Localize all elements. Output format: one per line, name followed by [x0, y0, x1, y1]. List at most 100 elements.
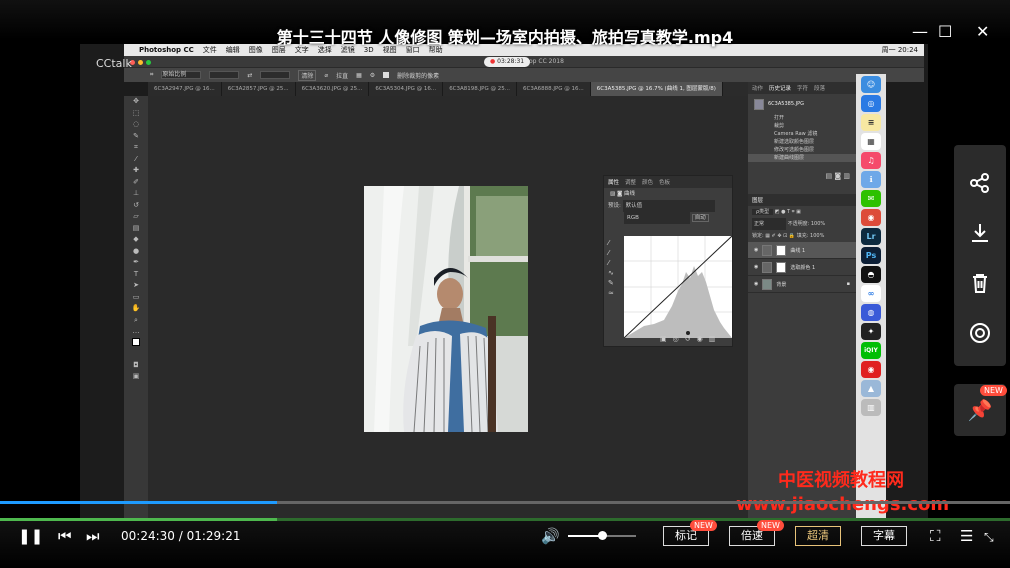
width-field[interactable] [209, 71, 240, 79]
screen-mode-icon[interactable]: ▣ [124, 371, 148, 383]
pencil-icon[interactable]: ✎ [608, 278, 620, 288]
blend-select[interactable]: 正常 [752, 218, 786, 230]
history-snapshot[interactable]: 6C3A5385.JPG [748, 94, 856, 114]
tab-actions[interactable]: 动作 [752, 84, 763, 92]
fill-value[interactable]: 100% [810, 233, 824, 239]
doc-tab[interactable]: 6C3A5304.JPG @ 16... [369, 82, 444, 96]
volume-slider[interactable] [568, 531, 636, 540]
straighten-icon[interactable]: ⌀ [324, 72, 328, 79]
playlist-icon[interactable]: ☰ [960, 527, 973, 545]
preset-select[interactable]: 原始比例 [161, 71, 202, 79]
layer-filter-select[interactable]: ρ类型 [752, 209, 774, 215]
type-tool-icon[interactable]: T [124, 269, 148, 281]
tab-swatches[interactable]: 色板 [659, 178, 670, 186]
final-cut-icon[interactable]: ✦ [861, 323, 881, 340]
baidu-cloud-icon[interactable]: ∞ [861, 285, 881, 302]
marquee-tool-icon[interactable]: ⬚ [124, 108, 148, 120]
tab-layers[interactable]: 图层 [752, 196, 763, 204]
video-frame[interactable]: Photoshop CC 文件 编辑 图像 图层 文字 选择 滤镜 3D 视图 … [80, 44, 928, 518]
history-item[interactable]: 打开 [748, 114, 856, 122]
eyedropper-tool-icon[interactable]: ⁄ [124, 154, 148, 166]
minimize-icon[interactable]: — [912, 22, 928, 41]
notes-icon[interactable]: ≡ [861, 114, 881, 131]
subtitle-button[interactable]: 字幕 [861, 526, 907, 546]
crop-icon[interactable]: ⌗ [150, 71, 153, 79]
eye-icon[interactable]: ◉ [754, 264, 758, 270]
pause-icon[interactable]: ❚❚ [18, 527, 43, 545]
reset-icon[interactable]: ↺ [685, 335, 691, 343]
finder-icon[interactable]: ☺ [861, 76, 881, 93]
new-doc-icon[interactable]: ▤ [825, 172, 832, 180]
delete-icon[interactable]: ▥ [843, 172, 850, 180]
history-item[interactable]: 修改可选颜色图层 [748, 146, 856, 154]
move-tool-icon[interactable]: ✥ [124, 96, 148, 108]
channel-select[interactable]: RGB [624, 212, 690, 224]
tab-adjustments[interactable]: 调整 [625, 178, 636, 186]
healing-tool-icon[interactable]: ✚ [124, 165, 148, 177]
chrome-icon[interactable]: ◉ [861, 209, 881, 226]
eyedropper-icon[interactable]: ⁄ [608, 238, 620, 248]
eye-icon[interactable]: ◉ [754, 281, 758, 287]
music-icon[interactable]: ♫ [861, 152, 881, 169]
preset-select[interactable]: 默认值 [622, 200, 715, 212]
photoshop-icon[interactable]: Ps [861, 247, 881, 264]
doc-tab[interactable]: 6C3A8198.JPG @ 25... [443, 82, 517, 96]
volume-icon[interactable]: 🔊 [541, 527, 560, 545]
color-swatches-icon[interactable] [124, 337, 148, 360]
filter-icons[interactable]: ◩ ● T ⌗ ▣ [775, 209, 801, 215]
quick-select-tool-icon[interactable]: ✎ [124, 131, 148, 143]
next-icon[interactable]: ⏭ [86, 527, 100, 545]
delete-cropped-label[interactable]: 删除裁剪的像素 [397, 71, 439, 80]
doc-tab[interactable]: 6C3A6888.JPG @ 16... [517, 82, 591, 96]
volume-knob[interactable] [598, 531, 607, 540]
more-tools-icon[interactable]: … [124, 326, 148, 338]
quick-mask-icon[interactable]: ◘ [124, 360, 148, 372]
maximize-icon[interactable]: ☐ [938, 22, 952, 41]
swap-icon[interactable]: ⇄ [247, 72, 252, 79]
lasso-tool-icon[interactable]: ◌ [124, 119, 148, 131]
history-item[interactable]: 新建选取颜色图层 [748, 138, 856, 146]
history-item-selected[interactable]: 新建曲线图层 [748, 154, 856, 162]
download-icon[interactable] [954, 208, 1006, 258]
shape-tool-icon[interactable]: ▭ [124, 292, 148, 304]
clip-icon[interactable]: ▣ [660, 335, 667, 343]
pen-tool-icon[interactable]: ✒ [124, 257, 148, 269]
tab-character[interactable]: 字符 [797, 84, 808, 92]
clear-button[interactable]: 清除 [298, 69, 317, 81]
delete-cropped-checkbox[interactable] [383, 72, 390, 78]
fullscreen-icon[interactable]: ⛶ [930, 527, 941, 545]
visibility-icon[interactable]: ◉ [697, 335, 703, 343]
crop-tool-icon[interactable]: ⌗ [124, 142, 148, 154]
grid-icon[interactable]: ▦ [356, 72, 362, 79]
eyedropper-icon[interactable]: ⁄ [608, 248, 620, 258]
camera-icon[interactable]: ◙ [834, 172, 841, 180]
eye-icon[interactable]: ◉ [754, 247, 758, 253]
calendar-icon[interactable]: ▦ [861, 133, 881, 150]
path-select-tool-icon[interactable]: ➤ [124, 280, 148, 292]
quality-button[interactable]: 超清 [795, 526, 841, 546]
pip-icon[interactable]: ⤡ [984, 530, 994, 545]
trash-dock-icon[interactable]: ▥ [861, 399, 881, 416]
lightroom-icon[interactable]: Lr [861, 228, 881, 245]
browser-icon[interactable]: ◍ [861, 304, 881, 321]
delete-icon[interactable]: ▥ [709, 335, 716, 343]
qq-icon[interactable]: ◓ [861, 266, 881, 283]
layer-row[interactable]: ◉ 选取颜色 1 [748, 259, 856, 276]
history-brush-tool-icon[interactable]: ↺ [124, 200, 148, 212]
history-item[interactable]: 裁剪 [748, 122, 856, 130]
view-prev-icon[interactable]: ◎ [673, 335, 679, 343]
focus-icon[interactable] [954, 308, 1006, 358]
doc-tab[interactable]: 6C3A2857.JPG @ 25... [222, 82, 296, 96]
smooth-icon[interactable]: ≈ [608, 288, 620, 298]
brush-tool-icon[interactable]: ✐ [124, 177, 148, 189]
trash-icon[interactable] [954, 258, 1006, 308]
zoom-tool-icon[interactable]: ⌕ [124, 315, 148, 327]
doc-tab[interactable]: 6C3A2947.JPG @ 16... [148, 82, 222, 96]
auto-button[interactable]: 自动 [691, 214, 709, 222]
height-field[interactable] [260, 71, 291, 79]
netease-music-icon[interactable]: ◉ [861, 361, 881, 378]
eyedropper-icon[interactable]: ⁄ [608, 258, 620, 268]
hand-tool-icon[interactable]: ✋ [124, 303, 148, 315]
dodge-tool-icon[interactable]: ● [124, 246, 148, 258]
history-item[interactable]: Camera Raw 滤镜 [748, 130, 856, 138]
